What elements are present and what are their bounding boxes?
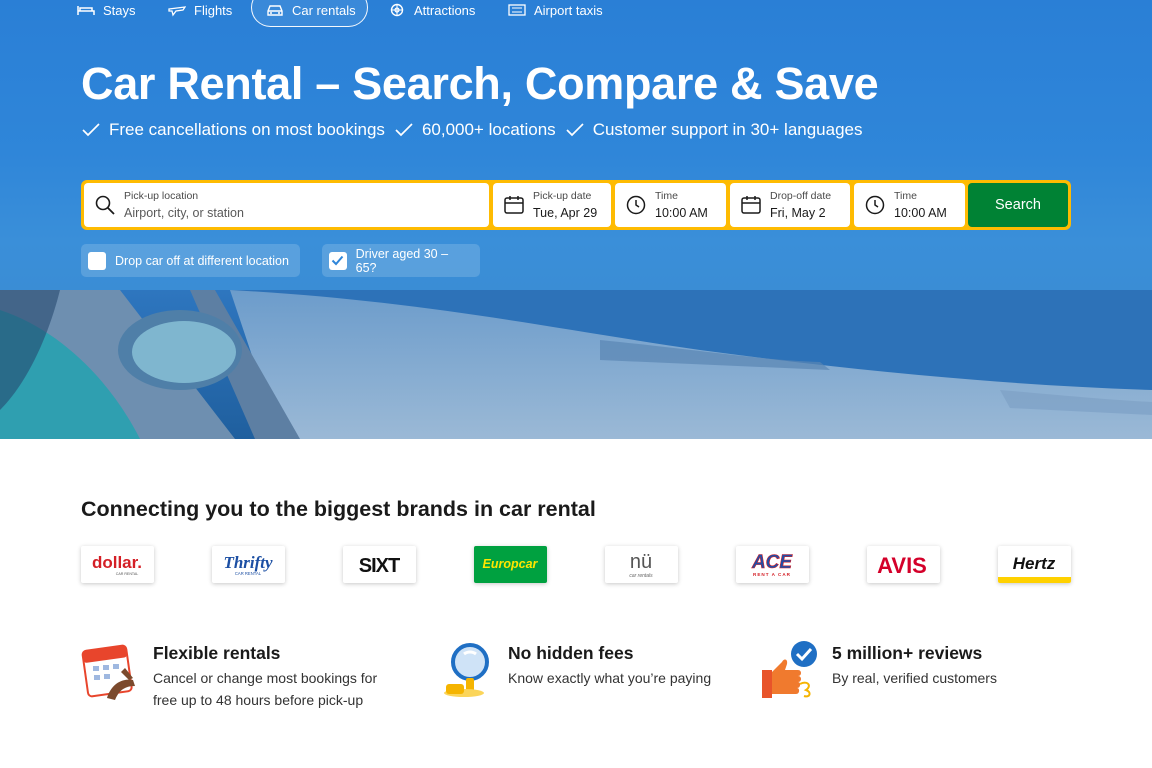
nav-item-attractions[interactable]: Attractions <box>388 0 475 20</box>
perks-list: Free cancellations on most bookings 60,0… <box>81 120 872 140</box>
pickup-time-value: 10:00 AM <box>655 205 708 220</box>
brand-sub: car rentals <box>629 573 653 579</box>
dropoff-date-field[interactable]: Drop-off date Fri, May 2 <box>730 183 850 227</box>
feature-title: No hidden fees <box>508 643 634 663</box>
car-icon <box>267 5 283 16</box>
brand-sub: RENT A CAR <box>753 572 791 577</box>
page-title: Car Rental – Search, Compare & Save <box>81 58 879 109</box>
ace-logo: ACE RENT A CAR <box>751 552 794 577</box>
checkmark-icon <box>566 123 584 137</box>
dollar-logo: dollar. CAR RENTAL <box>92 553 142 576</box>
brand-logo-europcar: Europcar <box>474 546 547 583</box>
brand-logo-sixt: SIXT <box>343 546 416 583</box>
brand-logo-dollar: dollar. CAR RENTAL <box>81 546 154 583</box>
brand-name: dollar. <box>92 553 142 572</box>
calendar-hand-icon <box>81 644 135 700</box>
pickup-time-label: Time <box>655 189 678 202</box>
brand-sub: CAR RENTAL <box>116 572 139 576</box>
feature-flexible-rentals: Flexible rentals Cancel or change most b… <box>81 640 411 710</box>
checkbox-checked[interactable] <box>329 251 347 270</box>
nav-item-stays[interactable]: Stays <box>77 0 136 20</box>
brand-logo-avis: AVIS <box>867 546 940 583</box>
perk-label: 60,000+ locations <box>421 120 556 139</box>
feature-title: 5 million+ reviews <box>832 643 983 663</box>
nav-item-label: Stays <box>103 2 136 18</box>
brand-logo-hertz: Hertz <box>998 546 1071 583</box>
europcar-logo: Europcar <box>483 557 539 571</box>
checkmark-icon <box>332 255 344 266</box>
search-button[interactable]: Search <box>968 183 1068 227</box>
brand-logo-ace: ACE RENT A CAR <box>736 546 809 583</box>
hero-background-image <box>0 290 1152 439</box>
calendar-icon <box>504 196 524 214</box>
brand-name: Thrifty <box>223 553 273 572</box>
nav-item-label: Car rentals <box>292 2 356 18</box>
feature-description: By real, verified customers <box>832 670 997 686</box>
feature-title: Flexible rentals <box>153 643 281 663</box>
search-icon <box>95 195 115 215</box>
brand-name: nü <box>630 551 652 573</box>
nu-logo: nü car rentals <box>629 551 653 579</box>
pickup-date-label: Pick-up date <box>533 189 592 202</box>
brand-name: SIXT <box>359 555 400 577</box>
clock-icon <box>626 195 646 215</box>
sixt-logo: SIXT <box>359 555 401 577</box>
pickup-location-label: Pick-up location <box>124 189 199 202</box>
feature-description: Know exactly what you’re paying <box>508 670 712 686</box>
search-bar: Pick-up location Airport, city, or stati… <box>81 180 1071 230</box>
thumbs-up-check-icon <box>762 641 817 698</box>
checkbox-unchecked[interactable] <box>88 251 106 270</box>
perk-item: Free cancellations on most bookings <box>81 120 385 140</box>
nav-item-label: Attractions <box>414 2 476 18</box>
avis-logo: AVIS <box>877 553 927 578</box>
dropoff-date-label: Drop-off date <box>770 189 832 202</box>
brands-heading: Connecting you to the biggest brands in … <box>81 497 596 521</box>
perk-item: Customer support in 30+ languages <box>565 120 863 140</box>
dropoff-time-value: 10:00 AM <box>894 205 947 220</box>
nav-item-car-rentals[interactable]: Car rentals <box>266 0 356 20</box>
calendar-icon <box>741 196 761 214</box>
top-navigation: Stays Flights Car rentals Attractions Ai… <box>0 0 1152 28</box>
pickup-location-placeholder[interactable]: Airport, city, or station <box>124 205 244 221</box>
nav-item-label: Airport taxis <box>534 2 603 18</box>
brand-sub: CAR RENTAL <box>235 571 262 576</box>
plane-icon <box>168 6 186 17</box>
feature-description: Cancel or change most bookings for free … <box>153 670 378 708</box>
brand-name: Hertz <box>1013 554 1056 573</box>
pickup-date-value: Tue, Apr 29 <box>533 205 598 220</box>
brand-name: AVIS <box>877 553 927 578</box>
pickup-date-field[interactable]: Pick-up date Tue, Apr 29 <box>493 183 611 227</box>
dropoff-date-value: Fri, May 2 <box>770 205 826 220</box>
feature-reviews: 5 million+ reviews By real, verified cus… <box>760 640 1060 710</box>
pickup-location-field[interactable]: Pick-up location Airport, city, or stati… <box>84 183 489 227</box>
hero-banner: Stays Flights Car rentals Attractions Ai… <box>0 0 1152 439</box>
dropoff-time-label: Time <box>894 189 917 202</box>
brand-name: ACE <box>751 552 793 573</box>
nav-item-airport-taxis[interactable]: Airport taxis <box>508 0 603 20</box>
nav-item-label: Flights <box>194 2 233 18</box>
perk-item: 60,000+ locations <box>394 120 556 140</box>
pickup-time-field[interactable]: Time 10:00 AM <box>615 183 726 227</box>
magnifier-icon <box>444 643 489 697</box>
perk-label: Free cancellations on most bookings <box>109 120 385 139</box>
thrifty-logo: Thrifty CAR RENTAL <box>223 553 273 576</box>
checkmark-icon <box>395 123 413 137</box>
checkmark-icon <box>82 123 100 137</box>
perk-label: Customer support in 30+ languages <box>592 120 863 139</box>
different-dropoff-checkbox[interactable]: Drop car off at different location <box>81 244 300 277</box>
driver-age-checkbox[interactable]: Driver aged 30 – 65? <box>322 244 480 277</box>
checkbox-label: Driver aged 30 – 65? <box>355 246 449 275</box>
feature-no-hidden-fees: No hidden fees Know exactly what you’re … <box>440 640 740 710</box>
taxi-icon <box>508 4 526 16</box>
attractions-icon <box>390 3 404 17</box>
nav-item-flights[interactable]: Flights <box>168 0 232 20</box>
dropoff-time-field[interactable]: Time 10:00 AM <box>854 183 965 227</box>
brand-logo-nu: nü car rentals <box>605 546 678 583</box>
hertz-logo: Hertz <box>998 554 1071 583</box>
brand-name: Europcar <box>483 557 539 571</box>
clock-icon <box>865 195 885 215</box>
brand-logo-thrifty: Thrifty CAR RENTAL <box>212 546 285 583</box>
bed-icon <box>77 6 95 15</box>
checkbox-label: Drop car off at different location <box>115 253 289 268</box>
